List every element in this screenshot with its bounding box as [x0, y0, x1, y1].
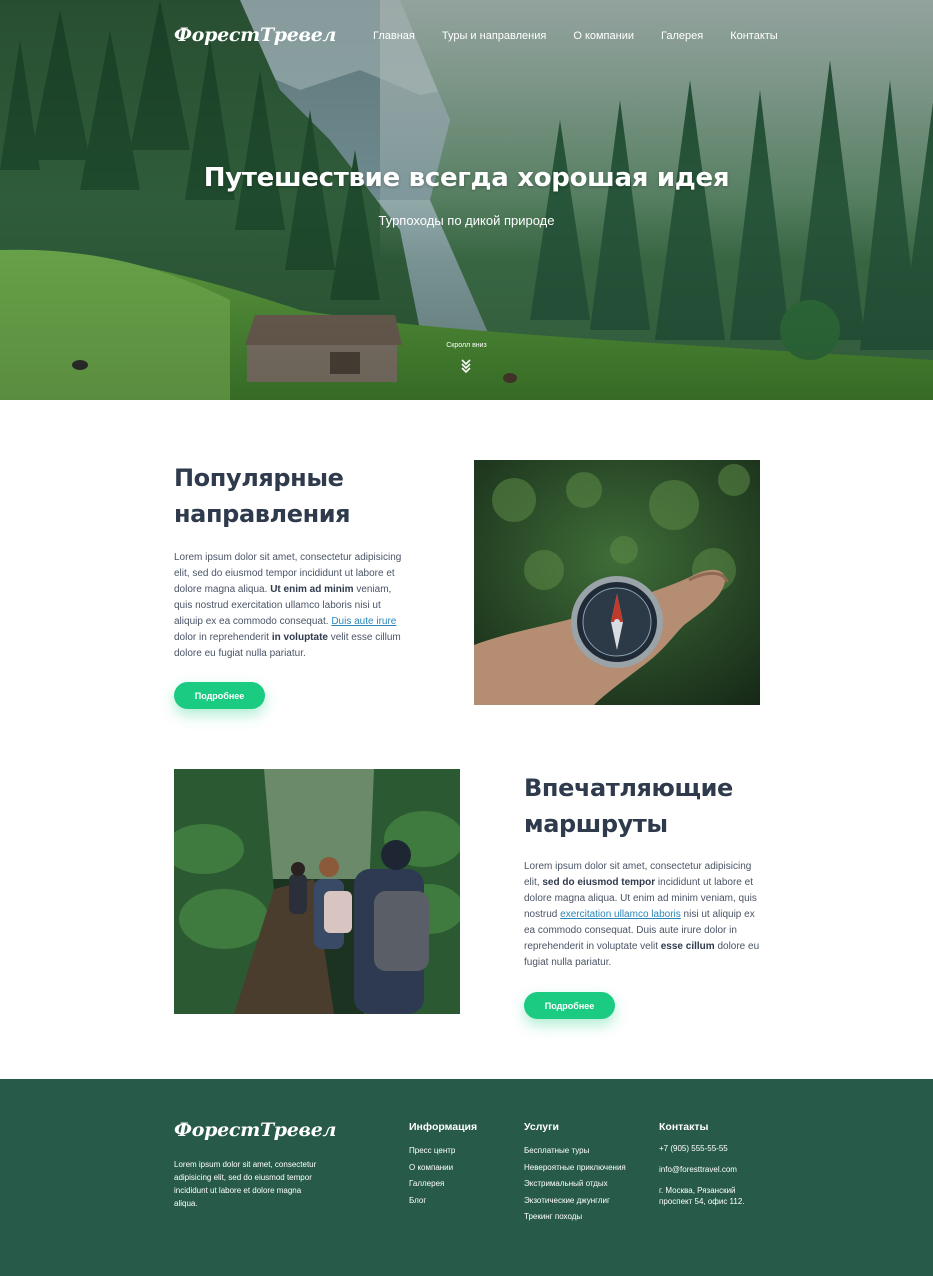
scroll-down-label[interactable]: Скролл вниз [0, 342, 933, 349]
footer-contacts-column: Контакты +7 (905) 555-55-55 info@forestt… [659, 1121, 745, 1217]
hero: ФорестТревел Главная Туры и направления … [0, 0, 933, 400]
footer-link[interactable]: Экстримальный отдых [524, 1176, 626, 1193]
hero-title: Путешествие всегда хорошая идея [203, 163, 730, 193]
footer-services-column: Услуги Бесплатные туры Невероятные прикл… [524, 1121, 626, 1226]
footer-link[interactable]: Пресс центр [409, 1143, 477, 1160]
emphasis-text: sed do eiusmod tempor [542, 877, 656, 888]
address-line: проспект 54, офис 112. [659, 1197, 745, 1206]
footer-services-title: Услуги [524, 1121, 559, 1133]
footer-about-text: Lorem ipsum dolor sit amet, consectetur … [174, 1160, 317, 1208]
footer: ФорестТревел Lorem ipsum dolor sit amet,… [0, 1079, 933, 1276]
address-line: г. Москва, Рязанский [659, 1186, 736, 1195]
footer-email[interactable]: info@foresttravel.com [659, 1164, 745, 1175]
footer-link[interactable]: Бесплатные туры [524, 1143, 626, 1160]
compass-photo [474, 460, 760, 705]
footer-link[interactable]: Блог [409, 1193, 477, 1210]
footer-link[interactable]: Экзотические джунглиг [524, 1193, 626, 1210]
footer-info-column: Информация Пресс центр О компании Галлер… [409, 1121, 477, 1209]
more-button-routes[interactable]: Подробнее [524, 992, 615, 1019]
nav-item-gallery[interactable]: Галерея [661, 30, 703, 42]
hero-background-image [0, 0, 933, 400]
nav-item-tours[interactable]: Туры и направления [442, 30, 546, 42]
double-chevron-down-icon[interactable] [459, 357, 473, 373]
footer-link[interactable]: Невероятные приключения [524, 1160, 626, 1177]
footer-link[interactable]: О компании [409, 1160, 477, 1177]
text-segment: dolor in reprehenderit [174, 632, 272, 643]
hero-subtitle: Турпоходы по дикой природе [378, 213, 555, 228]
section-title-line: Впечатляющие [524, 774, 733, 802]
emphasis-text: in voluptate [271, 632, 328, 643]
logo[interactable]: ФорестТревел [174, 24, 336, 46]
inline-link[interactable]: Duis aute irure [331, 616, 396, 627]
hikers-photo [174, 769, 460, 1014]
section-text-popular: Lorem ipsum dolor sit amet, consectetur … [174, 550, 410, 662]
more-button-popular[interactable]: Подробнее [174, 682, 265, 709]
footer-info-title: Информация [409, 1121, 478, 1133]
section-title-line: Популярные [174, 464, 344, 492]
inline-link[interactable]: exercitation ullamco laboris [560, 909, 681, 920]
nav-item-contacts[interactable]: Контакты [730, 30, 778, 42]
section-title-line: маршруты [524, 810, 668, 838]
footer-link[interactable]: Галлерея [409, 1176, 477, 1193]
emphasis-text: esse cillum [660, 941, 715, 952]
nav-item-about[interactable]: О компании [573, 30, 634, 42]
section-title-line: направления [174, 500, 351, 528]
section-title-popular: Популярные направления [174, 460, 351, 532]
main-nav: Главная Туры и направления О компании Га… [373, 30, 778, 42]
footer-logo[interactable]: ФорестТревел [174, 1119, 336, 1141]
section-title-routes: Впечатляющие маршруты [524, 770, 733, 842]
emphasis-text: Ut enim ad minim [270, 584, 354, 595]
footer-address: г. Москва, Рязанский проспект 54, офис 1… [659, 1185, 745, 1207]
footer-link[interactable]: Трекинг походы [524, 1209, 626, 1226]
section-text-routes: Lorem ipsum dolor sit amet, consectetur … [524, 859, 760, 971]
footer-phone[interactable]: +7 (905) 555-55-55 [659, 1143, 745, 1154]
nav-item-home[interactable]: Главная [373, 30, 415, 42]
footer-contacts-title: Контакты [659, 1121, 709, 1133]
